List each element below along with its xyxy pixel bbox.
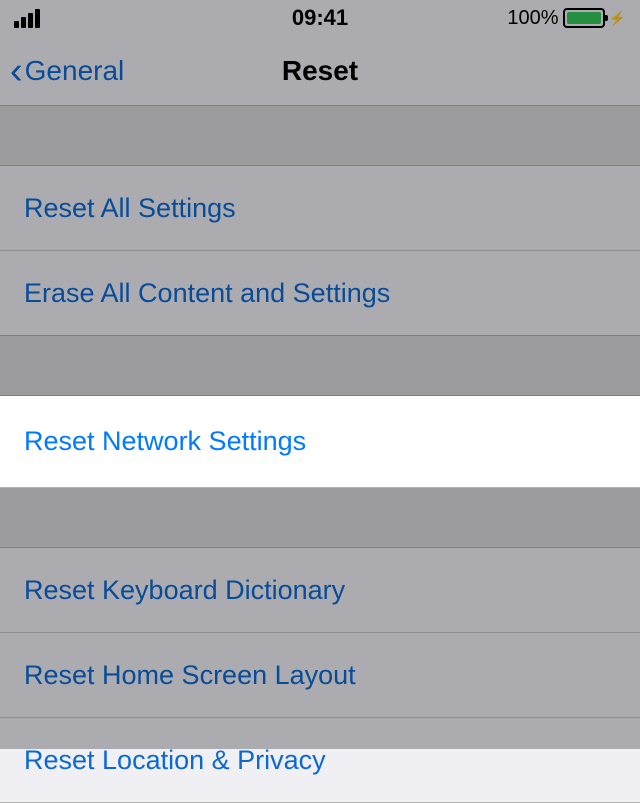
group-spacer [0,488,640,548]
row-reset-keyboard-dictionary[interactable]: Reset Keyboard Dictionary [0,548,640,633]
chevron-left-icon: ‹ [10,52,23,90]
row-reset-location-privacy[interactable]: Reset Location & Privacy [0,718,640,803]
back-button[interactable]: ‹ General [10,52,124,90]
row-reset-home-screen-layout[interactable]: Reset Home Screen Layout [0,633,640,718]
back-label: General [25,55,125,87]
signal-icon [14,9,40,28]
content: Reset All Settings Erase All Content and… [0,106,640,803]
row-label: Reset Network Settings [24,426,306,457]
row-reset-network-settings[interactable]: Reset Network Settings [0,396,640,488]
row-label: Reset All Settings [24,193,236,224]
status-time: 09:41 [292,5,348,31]
battery-icon [563,8,605,28]
group-spacer [0,336,640,396]
row-label: Reset Location & Privacy [24,745,326,776]
row-label: Reset Home Screen Layout [24,660,356,691]
battery-percent: 100% [507,7,558,30]
row-reset-all-settings[interactable]: Reset All Settings [0,166,640,251]
row-label: Erase All Content and Settings [24,278,390,309]
row-erase-all-content[interactable]: Erase All Content and Settings [0,251,640,336]
status-right: 100% ⚡ [507,7,626,30]
status-bar: 09:41 100% ⚡ [0,0,640,36]
charging-icon: ⚡ [609,10,626,27]
row-label: Reset Keyboard Dictionary [24,575,345,606]
group-spacer [0,106,640,166]
nav-bar: ‹ General Reset [0,36,640,106]
page-title: Reset [282,55,358,87]
